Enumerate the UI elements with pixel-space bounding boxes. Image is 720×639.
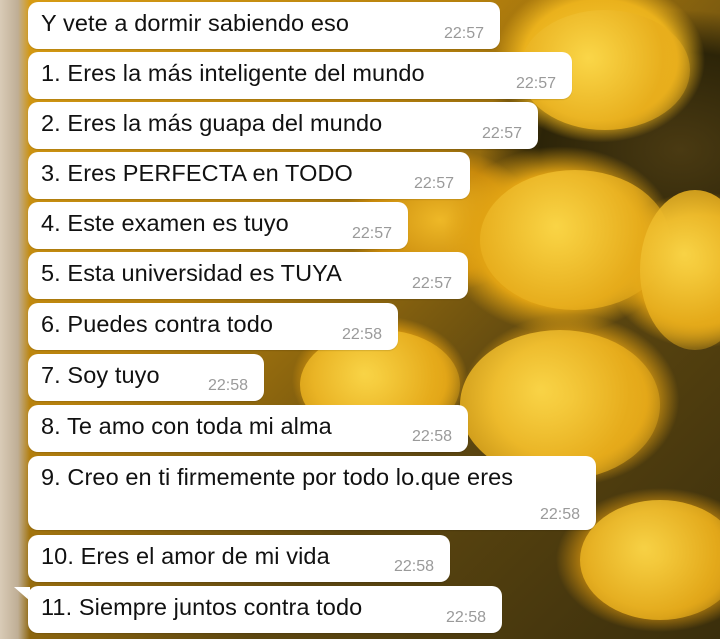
message-text: 1. Eres la más inteligente del mundo xyxy=(41,60,425,86)
message-time: 22:58 xyxy=(411,428,452,445)
message-text: 2. Eres la más guapa del mundo xyxy=(41,110,383,136)
hand-edge xyxy=(0,0,30,639)
message-text: 3. Eres PERFECTA en TODO xyxy=(41,160,353,186)
message-bubble[interactable]: 6. Puedes contra todo 22:58 xyxy=(28,303,398,350)
message-time: 22:58 xyxy=(393,558,434,575)
message-time: 22:58 xyxy=(539,506,580,523)
message-text: 5. Esta universidad es TUYA xyxy=(41,260,342,286)
message-bubble[interactable]: 11. Siempre juntos contra todo 22:58 xyxy=(28,586,502,633)
message-bubble[interactable]: Y vete a dormir sabiendo eso 22:57 xyxy=(28,2,500,49)
message-time: 22:57 xyxy=(515,75,556,92)
message-bubble[interactable]: 1. Eres la más inteligente del mundo 22:… xyxy=(28,52,572,99)
message-bubble[interactable]: 3. Eres PERFECTA en TODO 22:57 xyxy=(28,152,470,199)
message-text: 10. Eres el amor de mi vida xyxy=(41,543,330,569)
message-time: 22:58 xyxy=(445,609,486,626)
message-bubble[interactable]: 8. Te amo con toda mi alma 22:58 xyxy=(28,405,468,452)
message-text: 8. Te amo con toda mi alma xyxy=(41,413,332,439)
message-text: 6. Puedes contra todo xyxy=(41,311,274,337)
message-time: 22:57 xyxy=(443,25,484,42)
message-bubble[interactable]: 5. Esta universidad es TUYA 22:57 xyxy=(28,252,468,299)
message-text: 9. Creo en ti firmemente por todo lo.que… xyxy=(41,464,514,490)
message-bubble[interactable]: 2. Eres la más guapa del mundo 22:57 xyxy=(28,102,538,149)
message-text: 4. Este examen es tuyo xyxy=(41,210,289,236)
message-bubble[interactable]: 7. Soy tuyo 22:58 xyxy=(28,354,264,401)
message-text: 11. Siempre juntos contra todo xyxy=(41,594,363,620)
message-time: 22:57 xyxy=(413,175,454,192)
message-time: 22:58 xyxy=(341,326,382,343)
message-time: 22:57 xyxy=(481,125,522,142)
message-text: Y vete a dormir sabiendo eso xyxy=(41,10,350,36)
message-bubble[interactable]: 10. Eres el amor de mi vida 22:58 xyxy=(28,535,450,582)
message-text: 7. Soy tuyo xyxy=(41,362,160,388)
message-bubble[interactable]: 4. Este examen es tuyo 22:57 xyxy=(28,202,408,249)
message-time: 22:57 xyxy=(351,225,392,242)
rose-petal xyxy=(580,500,720,620)
message-time: 22:57 xyxy=(411,275,452,292)
message-time: 22:58 xyxy=(207,377,248,394)
message-bubble[interactable]: 9. Creo en ti firmemente por todo lo.que… xyxy=(28,456,596,530)
